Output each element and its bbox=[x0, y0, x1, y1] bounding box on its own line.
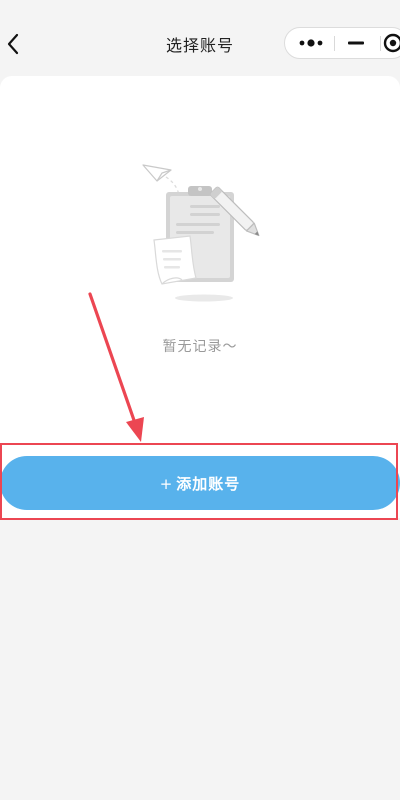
minimize-icon bbox=[348, 41, 364, 45]
mini-program-capsule bbox=[284, 27, 400, 59]
close-mini-program-button[interactable] bbox=[375, 28, 400, 58]
add-account-button[interactable]: + 添加账号 bbox=[0, 456, 400, 510]
add-account-label: 添加账号 bbox=[176, 474, 241, 493]
capsule-divider bbox=[334, 36, 335, 51]
content-card: 暂无记录～ bbox=[0, 76, 400, 446]
empty-background-area bbox=[0, 520, 400, 800]
action-bar: + 添加账号 bbox=[0, 446, 400, 518]
plus-icon: + bbox=[159, 474, 174, 493]
navigation-bar: 选择账号 bbox=[0, 0, 400, 72]
empty-state-message: 暂无记录～ bbox=[162, 339, 238, 355]
empty-clipboard-illustration bbox=[142, 164, 260, 302]
minimize-button[interactable] bbox=[336, 28, 376, 58]
more-button[interactable] bbox=[291, 28, 331, 58]
more-dots-icon bbox=[299, 39, 323, 47]
target-close-icon bbox=[383, 33, 400, 53]
